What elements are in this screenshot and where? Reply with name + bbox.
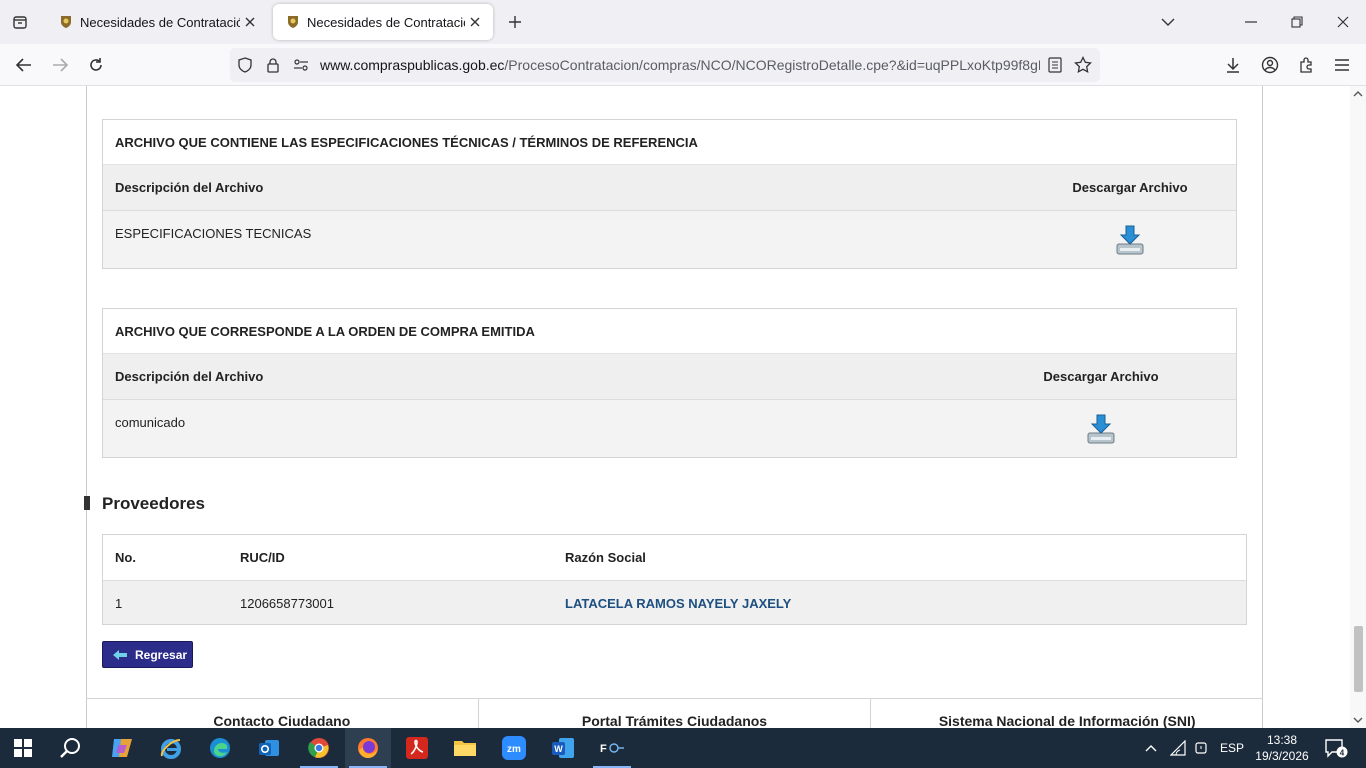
close-tab-icon[interactable] xyxy=(465,12,485,32)
col-description-header: Descripción del Archivo xyxy=(115,369,264,384)
windows-taskbar: zm W F ESP 13:38 19/3/2026 4 xyxy=(0,728,1366,768)
tab-list-icon[interactable] xyxy=(6,8,34,36)
extensions-icon[interactable] xyxy=(1292,51,1320,79)
restore-icon[interactable] xyxy=(1282,8,1312,36)
file-explorer-icon[interactable] xyxy=(442,728,488,768)
col-no-header: No. xyxy=(115,550,136,565)
reader-view-icon[interactable] xyxy=(1046,56,1064,74)
address-bar[interactable]: www.compraspublicas.gob.ec/ProcesoContra… xyxy=(230,48,1100,82)
col-description-header: Descripción del Archivo xyxy=(115,180,264,195)
notifications-icon[interactable]: 4 xyxy=(1324,728,1348,768)
doc-section-order: ARCHIVO QUE CORRESPONDE A LA ORDEN DE CO… xyxy=(102,308,1237,458)
close-window-icon[interactable] xyxy=(1328,8,1358,36)
svg-text:F: F xyxy=(600,743,607,755)
reload-icon[interactable] xyxy=(82,51,110,79)
footer-links: Contacto Ciudadano Portal Trámites Ciuda… xyxy=(86,698,1263,728)
proveedores-table: No. RUC/ID Razón Social 1 1206658773001 … xyxy=(102,534,1247,625)
windows-start-icon[interactable] xyxy=(0,728,46,768)
network-icon[interactable] xyxy=(1170,728,1186,768)
downloads-icon[interactable] xyxy=(1219,51,1247,79)
doc-table-row: ESPECIFICACIONES TECNICAS xyxy=(103,211,1236,268)
col-download-header: Descargar Archivo xyxy=(1043,369,1159,384)
col-ruc-header: RUC/ID xyxy=(240,550,285,565)
section-marker xyxy=(84,496,90,510)
tab-title: Necesidades de Contratación y xyxy=(80,14,240,30)
col-razon-header: Razón Social xyxy=(565,550,646,565)
close-tab-icon[interactable] xyxy=(240,12,260,32)
fec-app-icon[interactable]: F xyxy=(589,728,635,768)
svg-text:zm: zm xyxy=(507,744,521,755)
page-scrollbar[interactable] xyxy=(1350,86,1366,728)
lock-icon[interactable] xyxy=(264,56,282,74)
url-text[interactable]: www.compraspublicas.gob.ec/ProcesoContra… xyxy=(320,57,1040,73)
regresar-button[interactable]: Regresar xyxy=(102,641,193,668)
tray-chevron-icon[interactable] xyxy=(1144,728,1158,768)
footer-sni-link[interactable]: Sistema Nacional de Información (SNI) xyxy=(871,699,1263,728)
footer-portal-link[interactable]: Portal Trámites Ciudadanos xyxy=(479,699,872,728)
browser-nav-bar: www.compraspublicas.gob.ec/ProcesoContra… xyxy=(0,44,1366,86)
new-tab-plus-icon[interactable] xyxy=(503,10,527,34)
proveedores-title: Proveedores xyxy=(102,494,205,513)
row-ruc: 1206658773001 xyxy=(240,596,334,611)
account-icon[interactable] xyxy=(1256,51,1284,79)
acrobat-icon[interactable] xyxy=(394,728,440,768)
scroll-thumb[interactable] xyxy=(1354,626,1363,692)
table-header: No. RUC/ID Razón Social xyxy=(103,535,1246,581)
zoom-icon[interactable]: zm xyxy=(491,728,537,768)
row-no: 1 xyxy=(115,596,123,611)
internet-explorer-icon[interactable] xyxy=(148,728,194,768)
tab-overflow-chevron-icon[interactable] xyxy=(1153,8,1183,36)
file-description: ESPECIFICACIONES TECNICAS xyxy=(115,226,312,241)
clock-time: 13:38 xyxy=(1266,733,1298,747)
table-row: 1 1206658773001 LATACELA RAMOS NAYELY JA… xyxy=(103,581,1246,624)
page-content: ARCHIVO QUE CONTIENE LAS ESPECIFICACIONE… xyxy=(0,86,1366,728)
scroll-up-icon[interactable] xyxy=(1353,89,1363,99)
word-icon[interactable]: W xyxy=(540,728,586,768)
regresar-label: Regresar xyxy=(135,647,188,662)
outlook-icon[interactable] xyxy=(246,728,292,768)
doc-table-header: Descripción del Archivo Descargar Archiv… xyxy=(103,354,1236,400)
url-path: /ProcesoContratacion/compras/NCO/NCORegi… xyxy=(504,57,1040,73)
forward-arrow-icon[interactable] xyxy=(46,51,74,79)
menu-hamburger-icon[interactable] xyxy=(1328,51,1356,79)
doc-section-specs: ARCHIVO QUE CONTIENE LAS ESPECIFICACIONE… xyxy=(102,119,1237,269)
tab-title: Necesidades de Contratación y xyxy=(307,14,465,30)
back-arrow-icon xyxy=(113,649,127,660)
download-file-icon[interactable] xyxy=(1115,224,1145,256)
file-description: comunicado xyxy=(115,415,186,430)
permissions-icon[interactable] xyxy=(292,56,310,74)
provider-name-link[interactable]: LATACELA RAMOS NAYELY JAXELY xyxy=(565,596,791,611)
svg-text:W: W xyxy=(554,744,563,754)
chrome-icon[interactable] xyxy=(296,728,342,768)
doc-table-header: Descripción del Archivo Descargar Archiv… xyxy=(103,165,1236,211)
doc-section-title: ARCHIVO QUE CONTIENE LAS ESPECIFICACIONE… xyxy=(103,120,1236,165)
site-favicon-icon xyxy=(288,16,298,28)
system-clock[interactable]: 13:38 19/3/2026 xyxy=(1252,732,1312,764)
doc-section-title: ARCHIVO QUE CORRESPONDE A LA ORDEN DE CO… xyxy=(103,309,1236,354)
notifications-count: 4 xyxy=(1340,749,1345,758)
search-icon[interactable] xyxy=(48,728,94,768)
footer-contacto-link[interactable]: Contacto Ciudadano xyxy=(86,699,479,728)
doc-table-row: comunicado xyxy=(103,400,1236,457)
edge-icon[interactable] xyxy=(197,728,243,768)
browser-tab-bar: Necesidades de Contratación y Necesidade… xyxy=(0,0,1366,44)
col-download-header: Descargar Archivo xyxy=(1072,180,1188,195)
tracking-shield-icon[interactable] xyxy=(236,56,254,74)
download-file-icon[interactable] xyxy=(1086,413,1116,445)
battery-monitor-icon[interactable] xyxy=(1194,728,1208,768)
browser-tab-2[interactable]: Necesidades de Contratación y xyxy=(273,4,493,40)
copilot-icon[interactable] xyxy=(99,728,145,768)
back-arrow-icon[interactable] xyxy=(10,51,38,79)
clock-date: 19/3/2026 xyxy=(1255,749,1309,763)
site-favicon-icon xyxy=(61,16,71,28)
firefox-icon[interactable] xyxy=(345,728,391,768)
url-domain: www.compraspublicas.gob.ec xyxy=(320,57,505,73)
bookmark-star-icon[interactable] xyxy=(1074,56,1092,74)
browser-tab-1[interactable]: Necesidades de Contratación y xyxy=(46,4,268,40)
scroll-down-icon[interactable] xyxy=(1353,715,1363,725)
minimize-icon[interactable] xyxy=(1236,8,1266,36)
language-indicator[interactable]: ESP xyxy=(1220,728,1244,768)
